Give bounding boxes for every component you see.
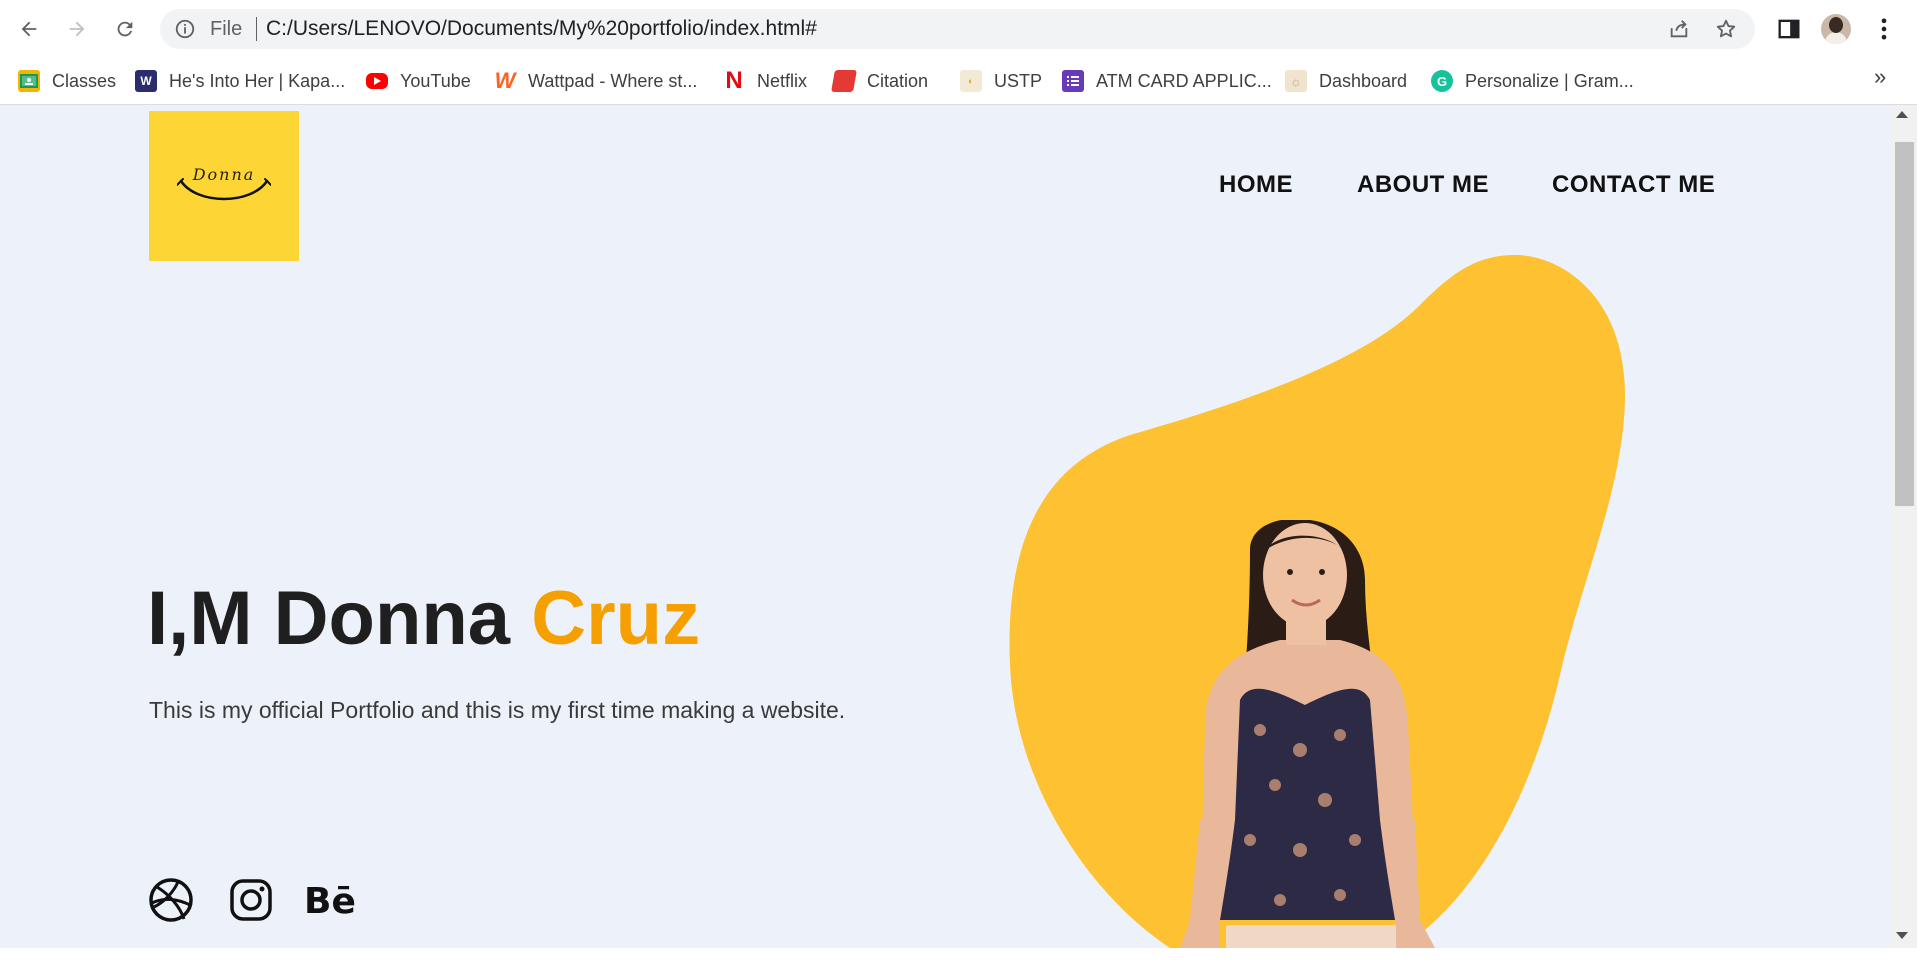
behance-icon[interactable]: Bē: [304, 881, 356, 922]
bookmark-label: Citation: [867, 70, 929, 91]
bookmark-netflix[interactable]: N Netflix: [723, 66, 807, 96]
bookmarks-bar: Classes W He's Into Her | Kapa... YouTub…: [0, 58, 1917, 105]
netflix-icon: N: [725, 67, 743, 94]
bookmark-classes[interactable]: Classes: [18, 66, 116, 96]
bookmark-star-icon[interactable]: [1715, 18, 1737, 40]
reload-icon[interactable]: [108, 12, 142, 46]
youtube-icon: [366, 73, 388, 89]
hero-title: I,M Donna Cruz: [147, 575, 700, 662]
hero-title-name: I,M Donna: [147, 576, 532, 661]
hero-description: This is my official Portfolio and this i…: [149, 697, 846, 723]
bookmark-label: He's Into Her | Kapa...: [169, 70, 346, 91]
instagram-icon[interactable]: [228, 877, 274, 923]
bookmark-dashboard[interactable]: ☼ Dashboard: [1285, 66, 1407, 96]
window-bottom-edge: [0, 948, 1917, 966]
address-bar[interactable]: File C:/Users/LENOVO/Documents/My%20port…: [160, 9, 1755, 49]
wattpad-icon: W: [494, 68, 516, 93]
bookmark-label: Dashboard: [1319, 70, 1408, 91]
wattpad-webnovel-icon: W: [135, 70, 157, 92]
grammarly-icon: G: [1431, 70, 1453, 92]
scrollbar-thumb[interactable]: [1895, 142, 1914, 506]
forward-icon[interactable]: [60, 12, 94, 46]
kebab-menu-icon[interactable]: [1870, 15, 1898, 43]
more-bookmarks-icon[interactable]: »: [1874, 64, 1886, 90]
bookmark-label: Wattpad - Where st...: [528, 70, 698, 91]
share-icon[interactable]: [1668, 18, 1690, 40]
bookmark-label: Personalize | Gram...: [1465, 70, 1634, 91]
back-icon[interactable]: [12, 12, 46, 46]
url-scheme-label: File: [210, 18, 243, 40]
bookmark-hes-into-her[interactable]: W He's Into Her | Kapa...: [135, 66, 345, 96]
portrait-photo: [1180, 520, 1435, 948]
smile-icon: [177, 178, 271, 201]
bookmark-citation[interactable]: Citation: [831, 66, 929, 96]
hero-title-accent: Cruz: [531, 576, 701, 661]
bookmark-youtube[interactable]: YouTube: [366, 66, 471, 96]
site-info-icon[interactable]: [174, 18, 196, 40]
bookmark-atm-card[interactable]: ATM CARD APPLIC...: [1062, 66, 1272, 96]
bookmark-label: Classes: [52, 70, 117, 91]
bookmark-label: USTP: [994, 70, 1043, 91]
google-forms-icon: [1062, 70, 1084, 92]
bookmark-label: YouTube: [400, 70, 471, 91]
dribbble-icon[interactable]: [148, 877, 194, 923]
scroll-up-arrow-icon[interactable]: [1896, 111, 1908, 118]
scroll-down-arrow-icon[interactable]: [1896, 932, 1908, 939]
nav-home[interactable]: HOME: [1219, 171, 1293, 199]
nav-about-me[interactable]: ABOUT ME: [1357, 171, 1489, 199]
omnibox-divider: [256, 17, 257, 41]
portfolio-page: Donna HOME ABOUT ME CONTACT ME I,M Donna…: [0, 105, 1892, 948]
google-classroom-icon: [18, 70, 40, 92]
bookmark-label: ATM CARD APPLIC...: [1096, 70, 1272, 91]
ustp-icon: ◐: [960, 70, 982, 92]
dashboard-icon: ☼: [1285, 70, 1307, 92]
site-logo[interactable]: Donna: [149, 111, 299, 261]
nav-contact-me[interactable]: CONTACT ME: [1552, 171, 1715, 199]
bookmark-wattpad[interactable]: W Wattpad - Where st...: [494, 66, 698, 96]
bookmark-grammarly[interactable]: G Personalize | Gram...: [1431, 66, 1634, 96]
bookmark-label: Netflix: [757, 70, 808, 91]
browser-toolbar: File C:/Users/LENOVO/Documents/My%20port…: [0, 0, 1917, 58]
url-text[interactable]: C:/Users/LENOVO/Documents/My%20portfolio…: [266, 17, 817, 41]
book-icon: [831, 70, 857, 92]
profile-avatar[interactable]: [1821, 14, 1851, 44]
side-panel-icon[interactable]: [1775, 15, 1803, 43]
bookmark-ustp[interactable]: ◐ USTP: [960, 66, 1042, 96]
